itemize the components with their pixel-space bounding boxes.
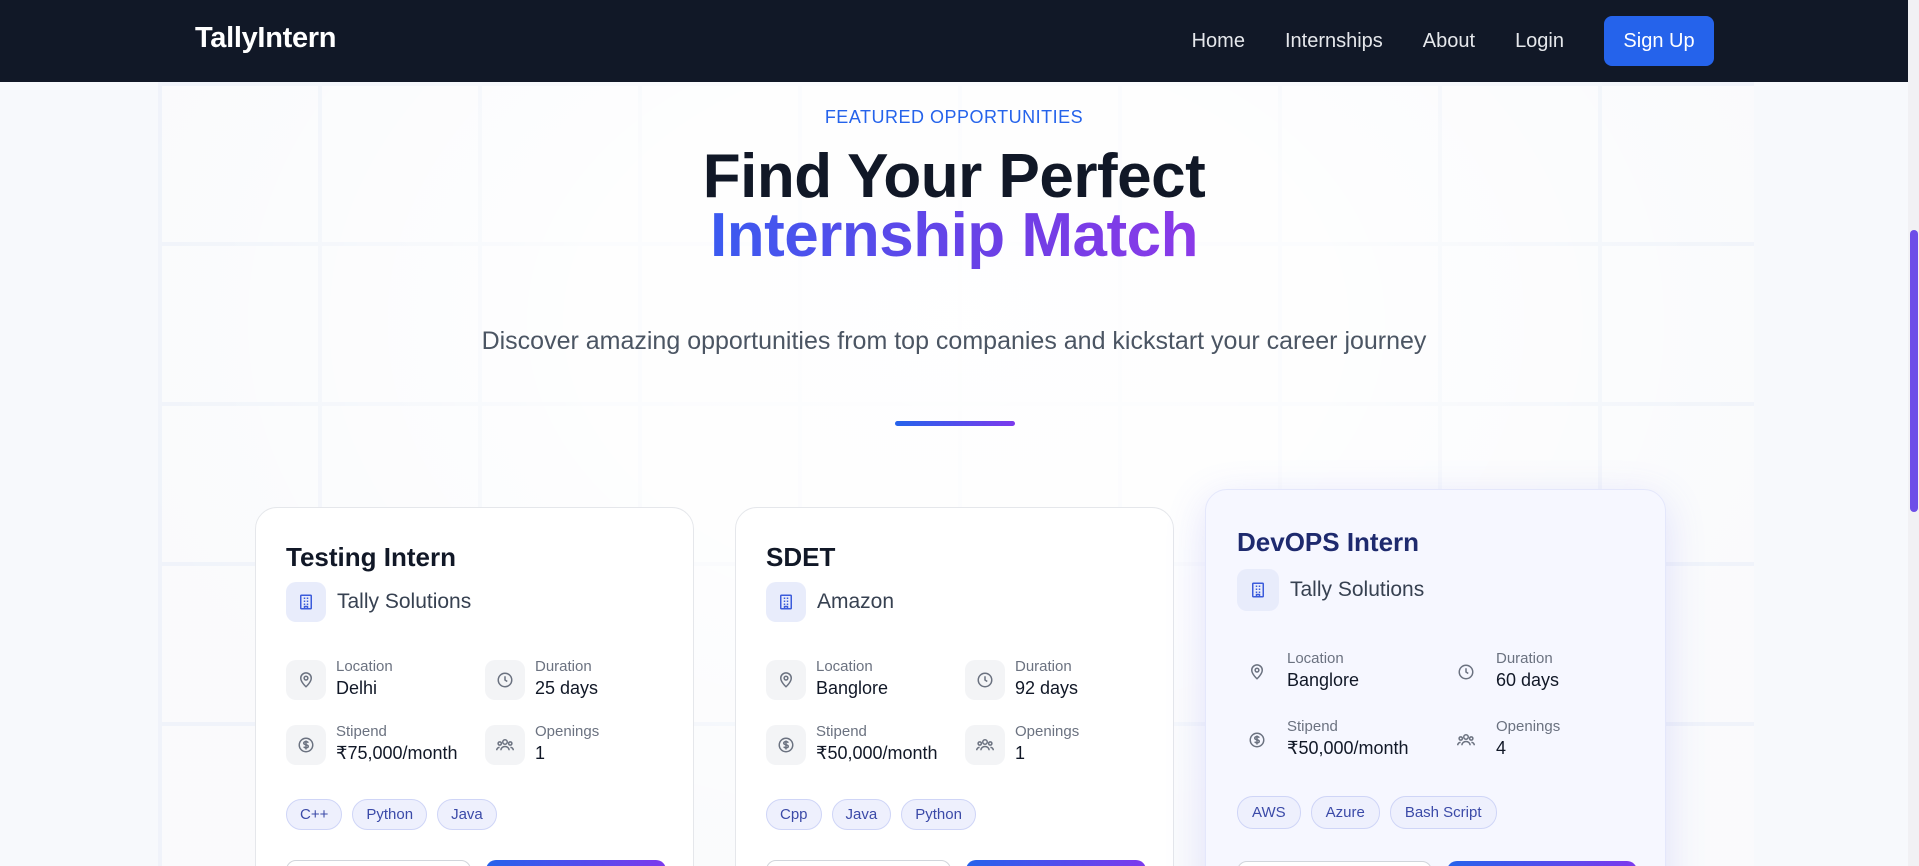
- info-value-stipend: ₹75,000/month: [336, 743, 458, 763]
- info-location: Location Delhi: [286, 658, 393, 701]
- company-name: Tally Solutions: [1290, 578, 1425, 601]
- info-location: Location Banglore: [1237, 650, 1359, 693]
- info-location: Location Banglore: [766, 658, 888, 701]
- info-label-duration: Duration: [535, 658, 592, 675]
- info-label-duration: Duration: [1015, 658, 1072, 675]
- info-openings: Openings 1: [965, 723, 1079, 766]
- info-value-duration: 92 days: [1015, 678, 1079, 698]
- nav-link-about[interactable]: About: [1423, 30, 1475, 53]
- scrollbar-thumb[interactable]: [1910, 230, 1918, 512]
- company-name: Amazon: [817, 590, 895, 613]
- hero-title-gradient-text: Internship Match: [709, 201, 1199, 270]
- nav-link-internships[interactable]: Internships: [1285, 30, 1383, 53]
- card-title[interactable]: Testing Intern: [286, 542, 456, 573]
- info-stipend: Stipend ₹50,000/month: [1237, 718, 1409, 761]
- info-value-location: Delhi: [336, 678, 378, 698]
- map-pin-icon: [766, 660, 806, 700]
- apply-button[interactable]: [486, 860, 666, 866]
- info-value-stipend: ₹50,000/month: [1287, 738, 1409, 758]
- info-value-stipend: ₹50,000/month: [816, 743, 938, 763]
- company-row: Tally Solutions: [1237, 569, 1424, 611]
- skill-tags: Cpp Java Python: [766, 799, 986, 830]
- info-label-stipend: Stipend: [816, 723, 867, 740]
- dollar-circle-icon: [766, 725, 806, 765]
- info-value-openings: 1: [535, 743, 546, 763]
- clock-icon: [965, 660, 1005, 700]
- internship-card[interactable]: SDET Amazon Location Banglore Duration 92 …: [735, 507, 1174, 866]
- info-label-openings: Openings: [1496, 718, 1561, 735]
- info-stipend: Stipend ₹50,000/month: [766, 723, 938, 766]
- view-details-button[interactable]: [766, 860, 951, 866]
- building-icon: [286, 582, 326, 622]
- info-label-stipend: Stipend: [336, 723, 387, 740]
- nav-link-home[interactable]: Home: [1192, 30, 1245, 53]
- hero-eyebrow: FEATURED OPPORTUNITIES: [824, 107, 1084, 127]
- top-navbar: TallyIntern Home Internships About Login…: [0, 0, 1908, 82]
- info-duration: Duration 25 days: [485, 658, 598, 701]
- company-name: Tally Solutions: [337, 590, 472, 613]
- view-details-button[interactable]: [1237, 861, 1432, 866]
- info-label-openings: Openings: [535, 723, 600, 740]
- users-icon: [965, 725, 1005, 765]
- info-label-duration: Duration: [1496, 650, 1553, 667]
- building-icon: [1237, 569, 1279, 611]
- internship-card-featured[interactable]: DevOPS Intern Tally Solutions Location Ba…: [1205, 489, 1666, 866]
- skill-tag: Java: [437, 799, 497, 830]
- info-value-duration: 25 days: [535, 678, 599, 698]
- info-label-location: Location: [336, 658, 393, 675]
- company-row: Tally Solutions: [286, 582, 471, 622]
- skill-tags: C++ Python Java: [286, 799, 507, 830]
- info-label-stipend: Stipend: [1287, 718, 1338, 735]
- info-label-location: Location: [1287, 650, 1344, 667]
- clock-icon: [1446, 652, 1486, 692]
- info-value-location: Banglore: [816, 678, 889, 698]
- building-icon: [766, 582, 806, 622]
- info-stipend: Stipend ₹75,000/month: [286, 723, 458, 766]
- nav-links: Home Internships About Login Sign Up: [1192, 0, 1908, 82]
- apply-button[interactable]: [966, 860, 1146, 866]
- nav-link-login[interactable]: Login: [1515, 30, 1564, 53]
- skill-tag: Cpp: [766, 799, 822, 830]
- company-row: Amazon: [766, 582, 894, 622]
- info-value-duration: 60 days: [1496, 670, 1560, 690]
- users-icon: [1446, 720, 1486, 760]
- brand-logo[interactable]: TallyIntern: [195, 22, 337, 55]
- skill-tag: C++: [286, 799, 343, 830]
- dollar-circle-icon: [286, 725, 326, 765]
- clock-icon: [485, 660, 525, 700]
- view-details-button[interactable]: [286, 860, 471, 866]
- info-openings: Openings 4: [1446, 718, 1560, 761]
- skill-tag: Bash Script: [1389, 796, 1497, 829]
- info-duration: Duration 60 days: [1446, 650, 1559, 693]
- skill-tag: Python: [352, 799, 428, 830]
- info-value-openings: 1: [1015, 743, 1026, 763]
- card-title[interactable]: DevOPS Intern: [1237, 527, 1419, 558]
- info-value-location: Banglore: [1287, 670, 1360, 690]
- info-value-openings: 4: [1496, 738, 1507, 758]
- hero-subtitle: Discover amazing opportunities from top …: [481, 327, 1427, 355]
- map-pin-icon: [1237, 652, 1277, 692]
- info-label-openings: Openings: [1015, 723, 1080, 740]
- info-duration: Duration 92 days: [965, 658, 1078, 701]
- signup-button[interactable]: Sign Up: [1604, 16, 1714, 66]
- hero-divider: [895, 421, 1015, 426]
- skill-tags: AWS Azure Bash Script: [1237, 796, 1507, 829]
- internship-card[interactable]: Testing Intern Tally Solutions Location D…: [255, 507, 694, 866]
- dollar-circle-icon: [1237, 720, 1277, 760]
- skill-tag: Azure: [1310, 796, 1380, 829]
- card-title[interactable]: SDET: [766, 542, 835, 573]
- map-pin-icon: [286, 660, 326, 700]
- skill-tag: AWS: [1237, 796, 1301, 829]
- users-icon: [485, 725, 525, 765]
- hero-title-line2: Internship Match: [0, 200, 1908, 271]
- info-label-location: Location: [816, 658, 873, 675]
- skill-tag: Java: [831, 799, 892, 830]
- skill-tag: Python: [901, 799, 976, 830]
- info-openings: Openings 1: [485, 723, 599, 766]
- apply-button[interactable]: [1447, 861, 1637, 866]
